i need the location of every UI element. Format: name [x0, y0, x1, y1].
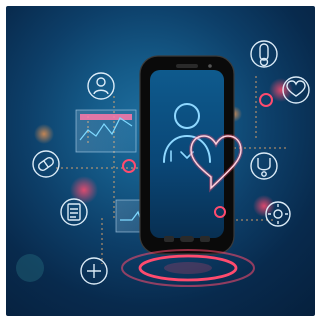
user-icon [87, 72, 115, 100]
glow-orb [16, 254, 44, 282]
pill-icon [32, 150, 60, 178]
plus-icon [80, 257, 108, 285]
neon-circle [122, 159, 136, 173]
neon-circle [259, 93, 273, 107]
gear-icon [265, 201, 291, 227]
phone-screen [150, 70, 224, 238]
phone-camera [208, 64, 212, 68]
smartphone [139, 55, 235, 255]
telemedicine-illustration [16, 40, 310, 287]
thermometer-icon [250, 40, 278, 68]
neon-platform-ring [121, 249, 255, 287]
phone-button [164, 236, 174, 242]
stethoscope-icon [250, 152, 278, 180]
document-icon [60, 198, 88, 226]
glow-orb [70, 176, 98, 204]
phone-speaker [176, 64, 198, 68]
glow-orb [253, 195, 275, 217]
left-holo-panel [75, 109, 137, 153]
phone-button [180, 236, 194, 242]
illustration-frame [6, 6, 315, 316]
phone-button [200, 236, 210, 242]
glow-orb [34, 124, 54, 144]
